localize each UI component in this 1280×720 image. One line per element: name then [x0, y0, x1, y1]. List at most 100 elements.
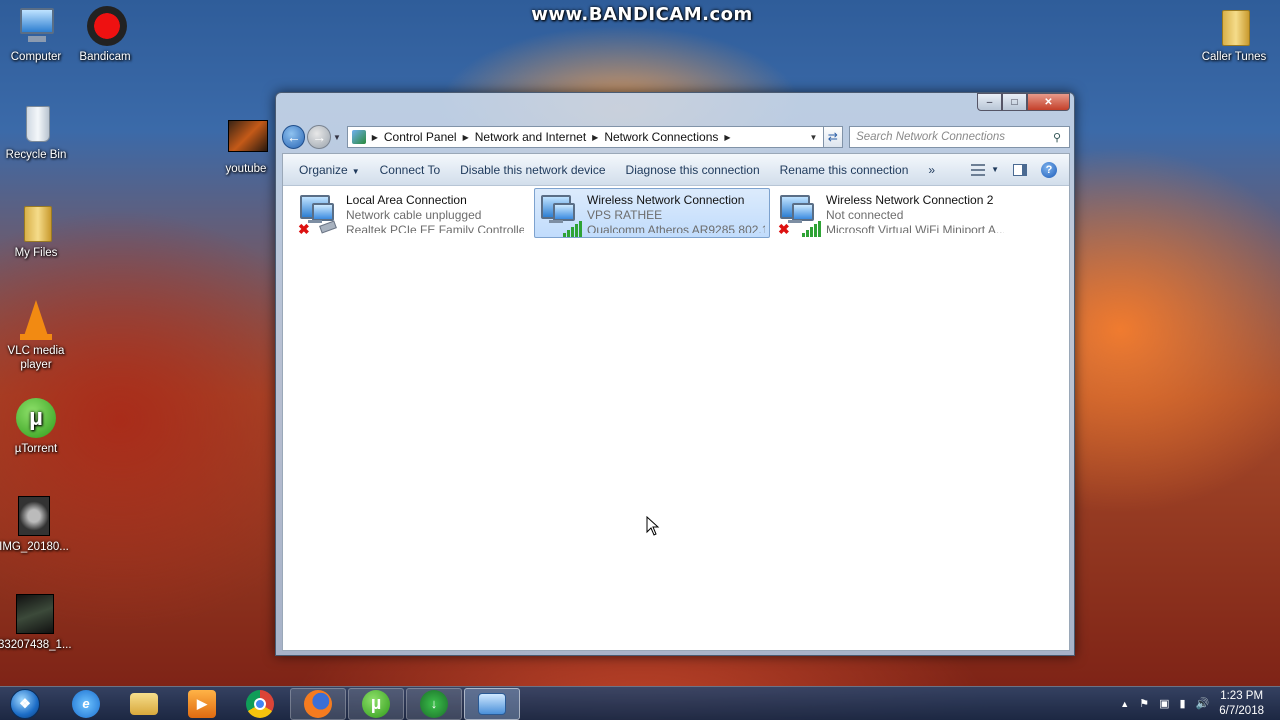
address-dropdown-button[interactable]: ▼ [805, 133, 823, 142]
recycle-bin-icon [16, 104, 56, 144]
close-button[interactable]: ✕ [1027, 93, 1070, 111]
maximize-button[interactable]: □ [1002, 93, 1027, 111]
arrow-right-icon: → [312, 129, 327, 145]
diagnose-connection-button[interactable]: Diagnose this connection [620, 163, 774, 177]
desktop-icon-my-files[interactable]: My Files [0, 202, 72, 260]
desktop-icon-label: 33207438_1... [0, 639, 72, 651]
rename-connection-button[interactable]: Rename this connection [774, 163, 923, 177]
connection-name: Wireless Network Connection 2 [826, 193, 994, 207]
mouse-cursor [646, 516, 660, 536]
desktop-icon-computer[interactable]: Computer [0, 6, 72, 64]
search-input[interactable]: Search Network Connections ⚲ [849, 126, 1070, 148]
desktop-icon-recycle-bin[interactable]: Recycle Bin [0, 104, 72, 162]
desktop-icon-label: VLC media player [7, 345, 65, 371]
wifi-signal-icon[interactable]: ▮ [1179, 697, 1185, 710]
vlc-cone-icon [16, 300, 56, 340]
organize-label: Organize [299, 162, 348, 177]
address-bar[interactable]: ▶ Control Panel ▶ Network and Internet ▶… [346, 126, 824, 148]
volume-icon[interactable]: 🔊 [1196, 697, 1210, 710]
more-commands-button[interactable]: » [922, 163, 949, 177]
desktop-icon-label: Computer [10, 51, 62, 63]
action-center-icon[interactable]: ⚑ [1139, 697, 1149, 710]
refresh-icon: ⇄ [827, 130, 838, 144]
desktop-icon-image-file[interactable]: 33207438_1... [0, 594, 72, 652]
minimize-button[interactable]: – [977, 93, 1002, 111]
desktop-icon-vlc[interactable]: VLC media player [0, 300, 72, 372]
bandicam-icon [85, 6, 127, 46]
connection-device: Realtek PCIe FE Family Controller [346, 223, 524, 233]
navigation-bar: ← → ▼ ▶ Control Panel ▶ Network and Inte… [282, 125, 1070, 149]
breadcrumb-control-panel[interactable]: Control Panel [378, 130, 463, 144]
desktop-icon-bandicam[interactable]: Bandicam [69, 6, 141, 64]
clock[interactable]: 1:23 PM 6/7/2018 [1219, 689, 1264, 719]
disable-device-button[interactable]: Disable this network device [454, 163, 619, 177]
chrome-icon [246, 689, 274, 718]
taskbar-media-player[interactable]: ▶ [174, 688, 230, 720]
desktop-icon-caller-tunes[interactable]: Caller Tunes [1198, 6, 1270, 64]
forward-button[interactable]: → [307, 125, 331, 149]
breadcrumb: ▶ Control Panel ▶ Network and Internet ▶… [351, 130, 805, 144]
connection-item-wireless[interactable]: Wireless Network Connection VPS RATHEE Q… [534, 188, 770, 238]
search-icon[interactable]: ⚲ [1053, 131, 1069, 144]
arrow-left-icon: ← [286, 129, 301, 145]
connect-to-button[interactable]: Connect To [374, 163, 455, 177]
start-button[interactable]: ❖ [6, 687, 44, 720]
organize-menu[interactable]: Organize ▼ [293, 163, 374, 177]
show-hidden-icons-button[interactable]: ▲ [1120, 699, 1129, 709]
refresh-button[interactable]: ⇄ [823, 126, 844, 148]
chevron-down-icon: ▼ [991, 165, 999, 174]
disconnected-x-icon: ✖ [778, 221, 790, 237]
desktop-icon-label: Bandicam [79, 51, 131, 63]
desktop-icon-utorrent[interactable]: µ µTorrent [0, 398, 72, 456]
change-view-button[interactable]: ▼ [971, 163, 999, 176]
image-thumbnail-icon [14, 594, 54, 634]
chevron-down-icon: ▼ [351, 166, 360, 176]
desktop-icon-img-file[interactable]: IMG_20180... [0, 496, 70, 554]
desktop-icon-label: My Files [14, 247, 58, 259]
back-button[interactable]: ← [282, 125, 306, 149]
taskbar-firefox[interactable] [290, 687, 346, 720]
connection-status: Network cable unplugged [346, 208, 482, 222]
connections-list: ✖ Local Area Connection Network cable un… [283, 186, 1069, 646]
taskbar: ❖ e ▶ µ ↓ ▲ ⚑ ▣ ▮ 🔊 1:23 PM 6/7/2018 [0, 686, 1280, 720]
taskbar-network-connections[interactable] [464, 687, 520, 720]
help-icon[interactable]: ? [1041, 161, 1057, 178]
utorrent-icon: µ [362, 689, 390, 718]
recent-pages-dropdown[interactable]: ▼ [333, 133, 343, 142]
connection-item-wireless-2[interactable]: ✖ Wireless Network Connection 2 Not conn… [773, 188, 1009, 238]
connection-name: Local Area Connection [346, 193, 467, 207]
desktop-icon-youtube[interactable]: youtube [210, 118, 282, 176]
breadcrumb-separator[interactable]: ▶ [724, 133, 730, 142]
taskbar-chrome[interactable] [232, 688, 288, 720]
connection-item-local-area[interactable]: ✖ Local Area Connection Network cable un… [293, 188, 529, 238]
connection-name: Wireless Network Connection [587, 193, 745, 207]
folder-icon [16, 202, 56, 242]
taskbar-utorrent[interactable]: µ [348, 687, 404, 720]
network-connections-icon [478, 692, 506, 715]
breadcrumb-network-connections[interactable]: Network Connections [598, 130, 724, 144]
taskbar-download-manager[interactable]: ↓ [406, 687, 462, 720]
view-icon [971, 163, 986, 176]
taskbar-file-explorer[interactable] [116, 688, 172, 720]
globe-download-icon: ↓ [420, 689, 448, 718]
utorrent-icon: µ [16, 398, 56, 438]
desktop-icon-label: Recycle Bin [5, 149, 67, 161]
folder-icon [1214, 6, 1254, 46]
signal-bars-icon [563, 221, 582, 237]
connection-status: VPS RATHEE [587, 208, 663, 222]
internet-explorer-icon: e [72, 689, 100, 718]
system-tray: ▲ ⚑ ▣ ▮ 🔊 1:23 PM 6/7/2018 [1120, 689, 1280, 719]
wired-network-icon: ✖ [298, 193, 338, 237]
desktop-icon-label: µTorrent [14, 443, 58, 455]
media-player-icon: ▶ [188, 689, 216, 718]
desktop-icon-label: youtube [225, 163, 267, 175]
tray-app-icon[interactable]: ▣ [1159, 697, 1169, 710]
preview-pane-button[interactable] [1013, 163, 1027, 176]
taskbar-internet-explorer[interactable]: e [58, 688, 114, 720]
desktop-icon-label: Caller Tunes [1201, 51, 1267, 63]
clock-time: 1:23 PM [1220, 689, 1264, 702]
breadcrumb-network-and-internet[interactable]: Network and Internet [469, 130, 592, 144]
search-placeholder: Search Network Connections [856, 131, 1006, 143]
connection-status: Not connected [826, 208, 904, 222]
command-bar: Organize ▼ Connect To Disable this networ… [283, 154, 1069, 186]
